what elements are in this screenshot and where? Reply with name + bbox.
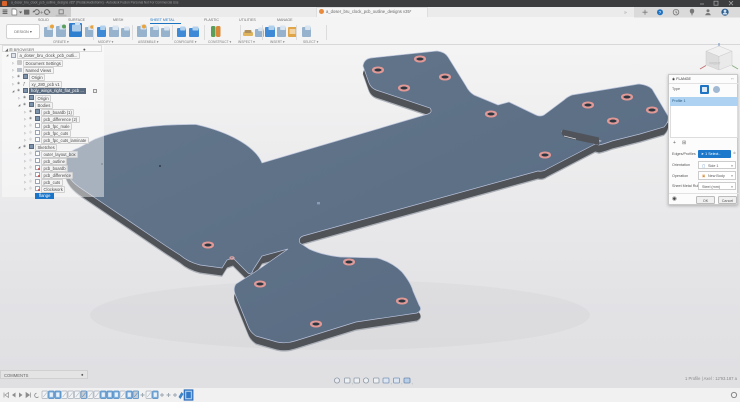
svg-text:»: » [624,10,627,16]
svg-text:FRONT: FRONT [710,62,721,66]
svg-text:?: ? [659,10,662,15]
